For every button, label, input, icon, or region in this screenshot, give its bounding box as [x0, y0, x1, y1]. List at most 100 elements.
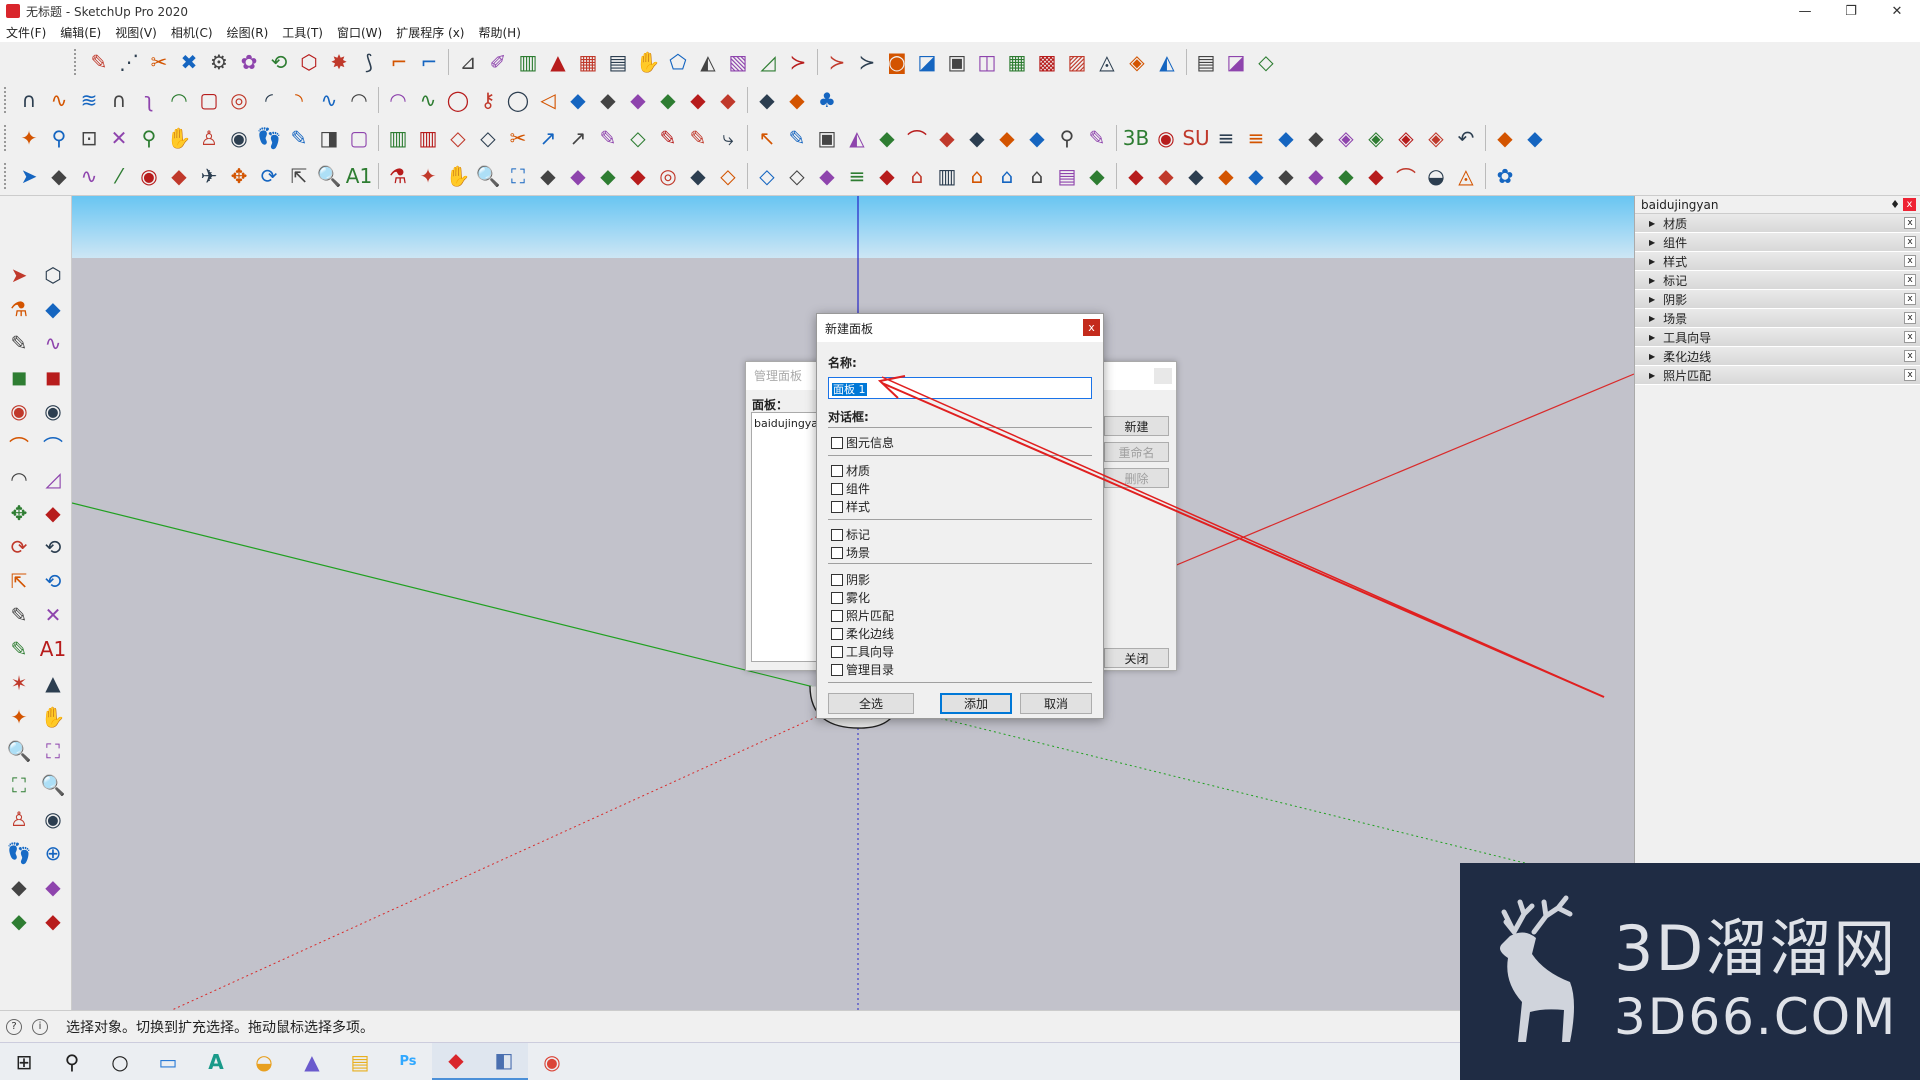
panels-list-item[interactable]: baidujingyan: [754, 417, 825, 430]
left-tool-icon[interactable]: 🔍: [36, 768, 70, 802]
toolbar-tool-icon[interactable]: ✎: [284, 123, 314, 153]
toolbar-tool-icon[interactable]: ⊡: [74, 123, 104, 153]
menu-view[interactable]: 视图(V): [115, 24, 157, 41]
toolbar-tool-icon[interactable]: ◉: [1151, 123, 1181, 153]
photoshop-icon[interactable]: Ps: [384, 1043, 432, 1080]
rename-panel-button[interactable]: 重命名: [1104, 442, 1169, 462]
toolbar-tool-icon[interactable]: ◒: [1421, 161, 1451, 191]
panel-close-icon[interactable]: x: [1904, 274, 1916, 286]
toolbar-tool-icon[interactable]: ⋰: [114, 47, 144, 77]
toolbar-grip[interactable]: [4, 163, 10, 189]
menu-file[interactable]: 文件(F): [6, 24, 46, 41]
toolbar-tool-icon[interactable]: ∿: [314, 85, 344, 115]
left-tool-icon[interactable]: ➤: [2, 258, 36, 292]
toolbar-tool-icon[interactable]: ⚲: [44, 123, 74, 153]
toolbar-tool-icon[interactable]: ◆: [1022, 123, 1052, 153]
left-tool-icon[interactable]: ⚗: [2, 292, 36, 326]
expand-arrow-icon[interactable]: ▶: [1649, 257, 1655, 266]
toolbar-tool-icon[interactable]: ◆: [593, 161, 623, 191]
toolbar-tool-icon[interactable]: A1: [344, 161, 374, 191]
toolbar-tool-icon[interactable]: ✋: [443, 161, 473, 191]
toolbar-tool-icon[interactable]: ∿: [74, 161, 104, 191]
toolbar-tool-icon[interactable]: ✋: [633, 47, 663, 77]
checkbox-box[interactable]: [831, 573, 843, 586]
toolbar-tool-icon[interactable]: ⌒: [902, 123, 932, 153]
help-icon[interactable]: ?: [6, 1018, 22, 1035]
toolbar-tool-icon[interactable]: ◆: [623, 161, 653, 191]
left-tool-icon[interactable]: ⌒: [2, 428, 36, 462]
info-icon[interactable]: i: [32, 1018, 48, 1035]
checkbox-match-photo[interactable]: 照片匹配: [831, 607, 894, 624]
panel-close-icon[interactable]: x: [1904, 217, 1916, 229]
toolbar-tool-icon[interactable]: ↖: [752, 123, 782, 153]
toolbar-tool-icon[interactable]: ◠: [164, 85, 194, 115]
checkbox-styles[interactable]: 样式: [831, 498, 870, 515]
left-tool-icon[interactable]: ⟲: [36, 530, 70, 564]
toolbar-tool-icon[interactable]: ◆: [683, 161, 713, 191]
toolbar-tool-icon[interactable]: ◈: [1361, 123, 1391, 153]
panel-close-icon[interactable]: x: [1904, 369, 1916, 381]
toolbar-tool-icon[interactable]: ◆: [872, 123, 902, 153]
toolbar-tool-icon[interactable]: ✋: [164, 123, 194, 153]
toolbar-tool-icon[interactable]: ♣: [812, 85, 842, 115]
toolbar-grip[interactable]: [74, 49, 80, 75]
browser-icon[interactable]: ◒: [240, 1043, 288, 1080]
left-tool-icon[interactable]: ◆: [36, 904, 70, 938]
checkbox-scenes[interactable]: 场景: [831, 544, 870, 561]
left-tool-icon[interactable]: ✎: [2, 632, 36, 666]
toolbar-tool-icon[interactable]: ↗: [533, 123, 563, 153]
panel-name-input[interactable]: 面板 1: [828, 377, 1092, 399]
left-tool-icon[interactable]: ✎: [2, 598, 36, 632]
left-tool-icon[interactable]: ✥: [2, 496, 36, 530]
expand-arrow-icon[interactable]: ▶: [1649, 276, 1655, 285]
toolbar-tool-icon[interactable]: ⌂: [902, 161, 932, 191]
toolbar-tool-icon[interactable]: ◆: [563, 85, 593, 115]
left-tool-icon[interactable]: ◆: [36, 292, 70, 326]
expand-arrow-icon[interactable]: ▶: [1649, 219, 1655, 228]
search-icon[interactable]: ⚲: [48, 1043, 96, 1080]
toolbar-tool-icon[interactable]: ◆: [1490, 123, 1520, 153]
left-tool-icon[interactable]: 👣: [2, 836, 36, 870]
toolbar-tool-icon[interactable]: ▣: [812, 123, 842, 153]
toolbar-tool-icon[interactable]: ✎: [653, 123, 683, 153]
left-tool-icon[interactable]: ✶: [2, 666, 36, 700]
menu-extensions[interactable]: 扩展程序 (x): [396, 24, 464, 41]
toolbar-tool-icon[interactable]: ◆: [1331, 161, 1361, 191]
file-explorer-icon[interactable]: ▤: [336, 1043, 384, 1080]
checkbox-components[interactable]: 组件: [831, 480, 870, 497]
left-tool-icon[interactable]: ✎: [2, 326, 36, 360]
left-tool-icon[interactable]: ✕: [36, 598, 70, 632]
manage-dialog-close-button[interactable]: [1154, 368, 1172, 384]
toolbar-tool-icon[interactable]: 👣: [254, 123, 284, 153]
left-tool-icon[interactable]: ✋: [36, 700, 70, 734]
toolbar-tool-icon[interactable]: ◇: [623, 123, 653, 153]
checkbox-box[interactable]: [831, 591, 843, 604]
checkbox-box[interactable]: [831, 528, 843, 541]
checkbox-instructor[interactable]: 工具向导: [831, 643, 894, 660]
toolbar-tool-icon[interactable]: ⚲: [134, 123, 164, 153]
toolbar-tool-icon[interactable]: ✿: [1490, 161, 1520, 191]
menu-camera[interactable]: 相机(C): [171, 24, 213, 41]
toolbar-tool-icon[interactable]: ≡: [1241, 123, 1271, 153]
toolbar-tool-icon[interactable]: ▥: [513, 47, 543, 77]
toolbar-tool-icon[interactable]: ◆: [1301, 123, 1331, 153]
left-tool-icon[interactable]: ◆: [2, 870, 36, 904]
toolbar-tool-icon[interactable]: ◆: [1241, 161, 1271, 191]
left-tool-icon[interactable]: ◿: [36, 462, 70, 496]
toolbar-grip[interactable]: [4, 125, 10, 151]
menu-draw[interactable]: 绘图(R): [227, 24, 269, 41]
toolbar-tool-icon[interactable]: ◆: [1271, 161, 1301, 191]
panel-close-icon[interactable]: x: [1904, 293, 1916, 305]
new-panel-button[interactable]: 新建: [1104, 416, 1169, 436]
left-tool-icon[interactable]: ✦: [2, 700, 36, 734]
tray-panel-header[interactable]: ▶ 工具向导 x: [1635, 328, 1920, 347]
toolbar-tool-icon[interactable]: ≻: [852, 47, 882, 77]
toolbar-tool-icon[interactable]: 🔍: [314, 161, 344, 191]
toolbar-tool-icon[interactable]: ◆: [44, 161, 74, 191]
toolbar-tool-icon[interactable]: ◙: [882, 47, 912, 77]
toolbar-tool-icon[interactable]: ⌐: [384, 47, 414, 77]
toolbar-tool-icon[interactable]: ◬: [1092, 47, 1122, 77]
pin-icon[interactable]: ♦: [1890, 198, 1900, 211]
toolbar-tool-icon[interactable]: ≻: [783, 47, 813, 77]
toolbar-tool-icon[interactable]: ⌂: [1022, 161, 1052, 191]
